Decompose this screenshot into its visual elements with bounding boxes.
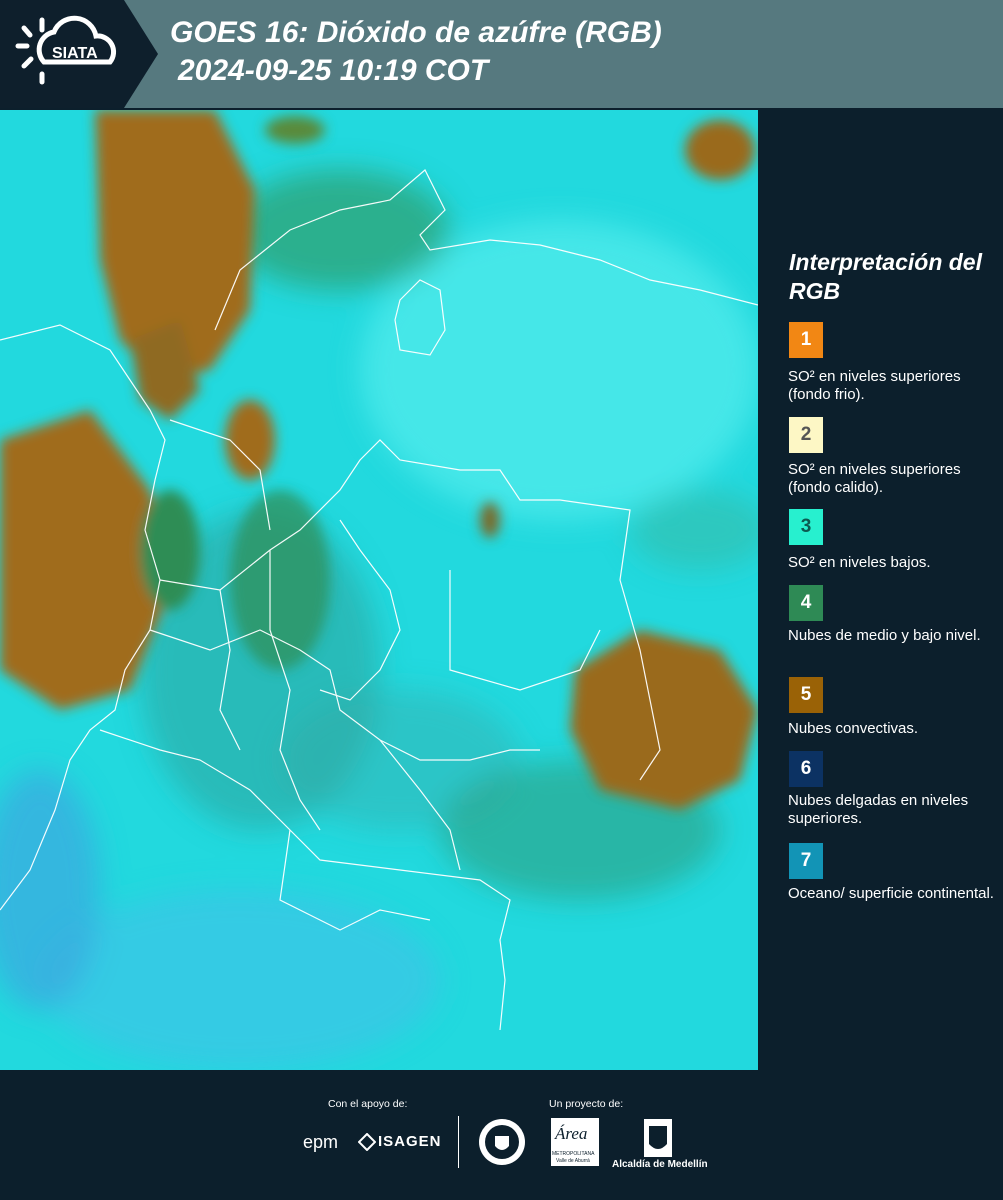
- project-label: Un proyecto de:: [549, 1098, 624, 1110]
- area-logo-name: Área: [555, 1124, 588, 1143]
- legend-swatch-number: 3: [800, 516, 812, 537]
- legend-swatch-5: 5: [789, 677, 823, 713]
- legend-swatch-7: 7: [789, 843, 823, 879]
- svg-text:SIATA: SIATA: [52, 45, 98, 62]
- page-title: GOES 16: Dióxido de azúfre (RGB): [170, 16, 662, 49]
- area-logo-sub1: METROPOLITANA: [552, 1151, 595, 1157]
- medellin-seal-icon: [479, 1119, 525, 1165]
- legend-swatch-number: 7: [800, 850, 812, 871]
- legend-swatch-6: 6: [789, 751, 823, 787]
- legend-title: Interpretación del RGB: [789, 249, 982, 304]
- footer-divider: [458, 1116, 459, 1168]
- footer: Con el apoyo de: Un proyecto de: epm ISA…: [0, 1070, 1003, 1200]
- isagen-logo-icon: [358, 1133, 376, 1151]
- legend-swatch-number: 2: [800, 424, 812, 445]
- legend-swatch-number: 6: [800, 758, 812, 779]
- logo-panel: SIATA: [0, 0, 158, 108]
- siata-logo-icon: SIATA: [15, 15, 117, 85]
- legend-swatch-2: 2: [789, 417, 823, 453]
- legend-panel: Interpretación del RGB 1 SO² en niveles …: [760, 110, 1003, 1070]
- legend-swatch-number: 4: [800, 592, 812, 613]
- page-timestamp: 2024-09-25 10:19 COT: [178, 54, 489, 87]
- legend-label-1: SO² en niveles superiores (fondo frio).: [788, 368, 961, 403]
- legend-label-4: Nubes de medio y bajo nivel.: [788, 627, 981, 644]
- isagen-logo: ISAGEN: [378, 1133, 442, 1150]
- legend-swatch-number: 1: [800, 329, 812, 350]
- header: SIATA GOES 16: Dióxido de azúfre (RGB) 2…: [0, 0, 1003, 108]
- alcaldia-label: Alcaldía de Medellín: [612, 1159, 708, 1170]
- legend-swatch-3: 3: [789, 509, 823, 545]
- area-metropolitana-logo: Área METROPOLITANA Valle de Aburrá: [551, 1118, 599, 1166]
- area-logo-sub2: Valle de Aburrá: [556, 1158, 590, 1164]
- legend-label-3: SO² en niveles bajos.: [788, 554, 931, 571]
- legend-swatch-1: 1: [789, 322, 823, 358]
- support-label: Con el apoyo de:: [328, 1098, 408, 1110]
- epm-logo: epm: [303, 1132, 339, 1152]
- alcaldia-shield-icon: [644, 1119, 672, 1157]
- legend-swatch-4: 4: [789, 585, 823, 621]
- legend-label-5: Nubes convectivas.: [788, 720, 919, 737]
- legend-label-7: Oceano/ superficie continental.: [788, 885, 994, 902]
- legend-swatch-number: 5: [800, 684, 812, 705]
- satellite-map: [0, 110, 758, 1070]
- legend-label-6: Nubes delgadas en niveles superiores.: [788, 792, 969, 827]
- legend-label-2: SO² en niveles superiores (fondo calido)…: [788, 461, 961, 496]
